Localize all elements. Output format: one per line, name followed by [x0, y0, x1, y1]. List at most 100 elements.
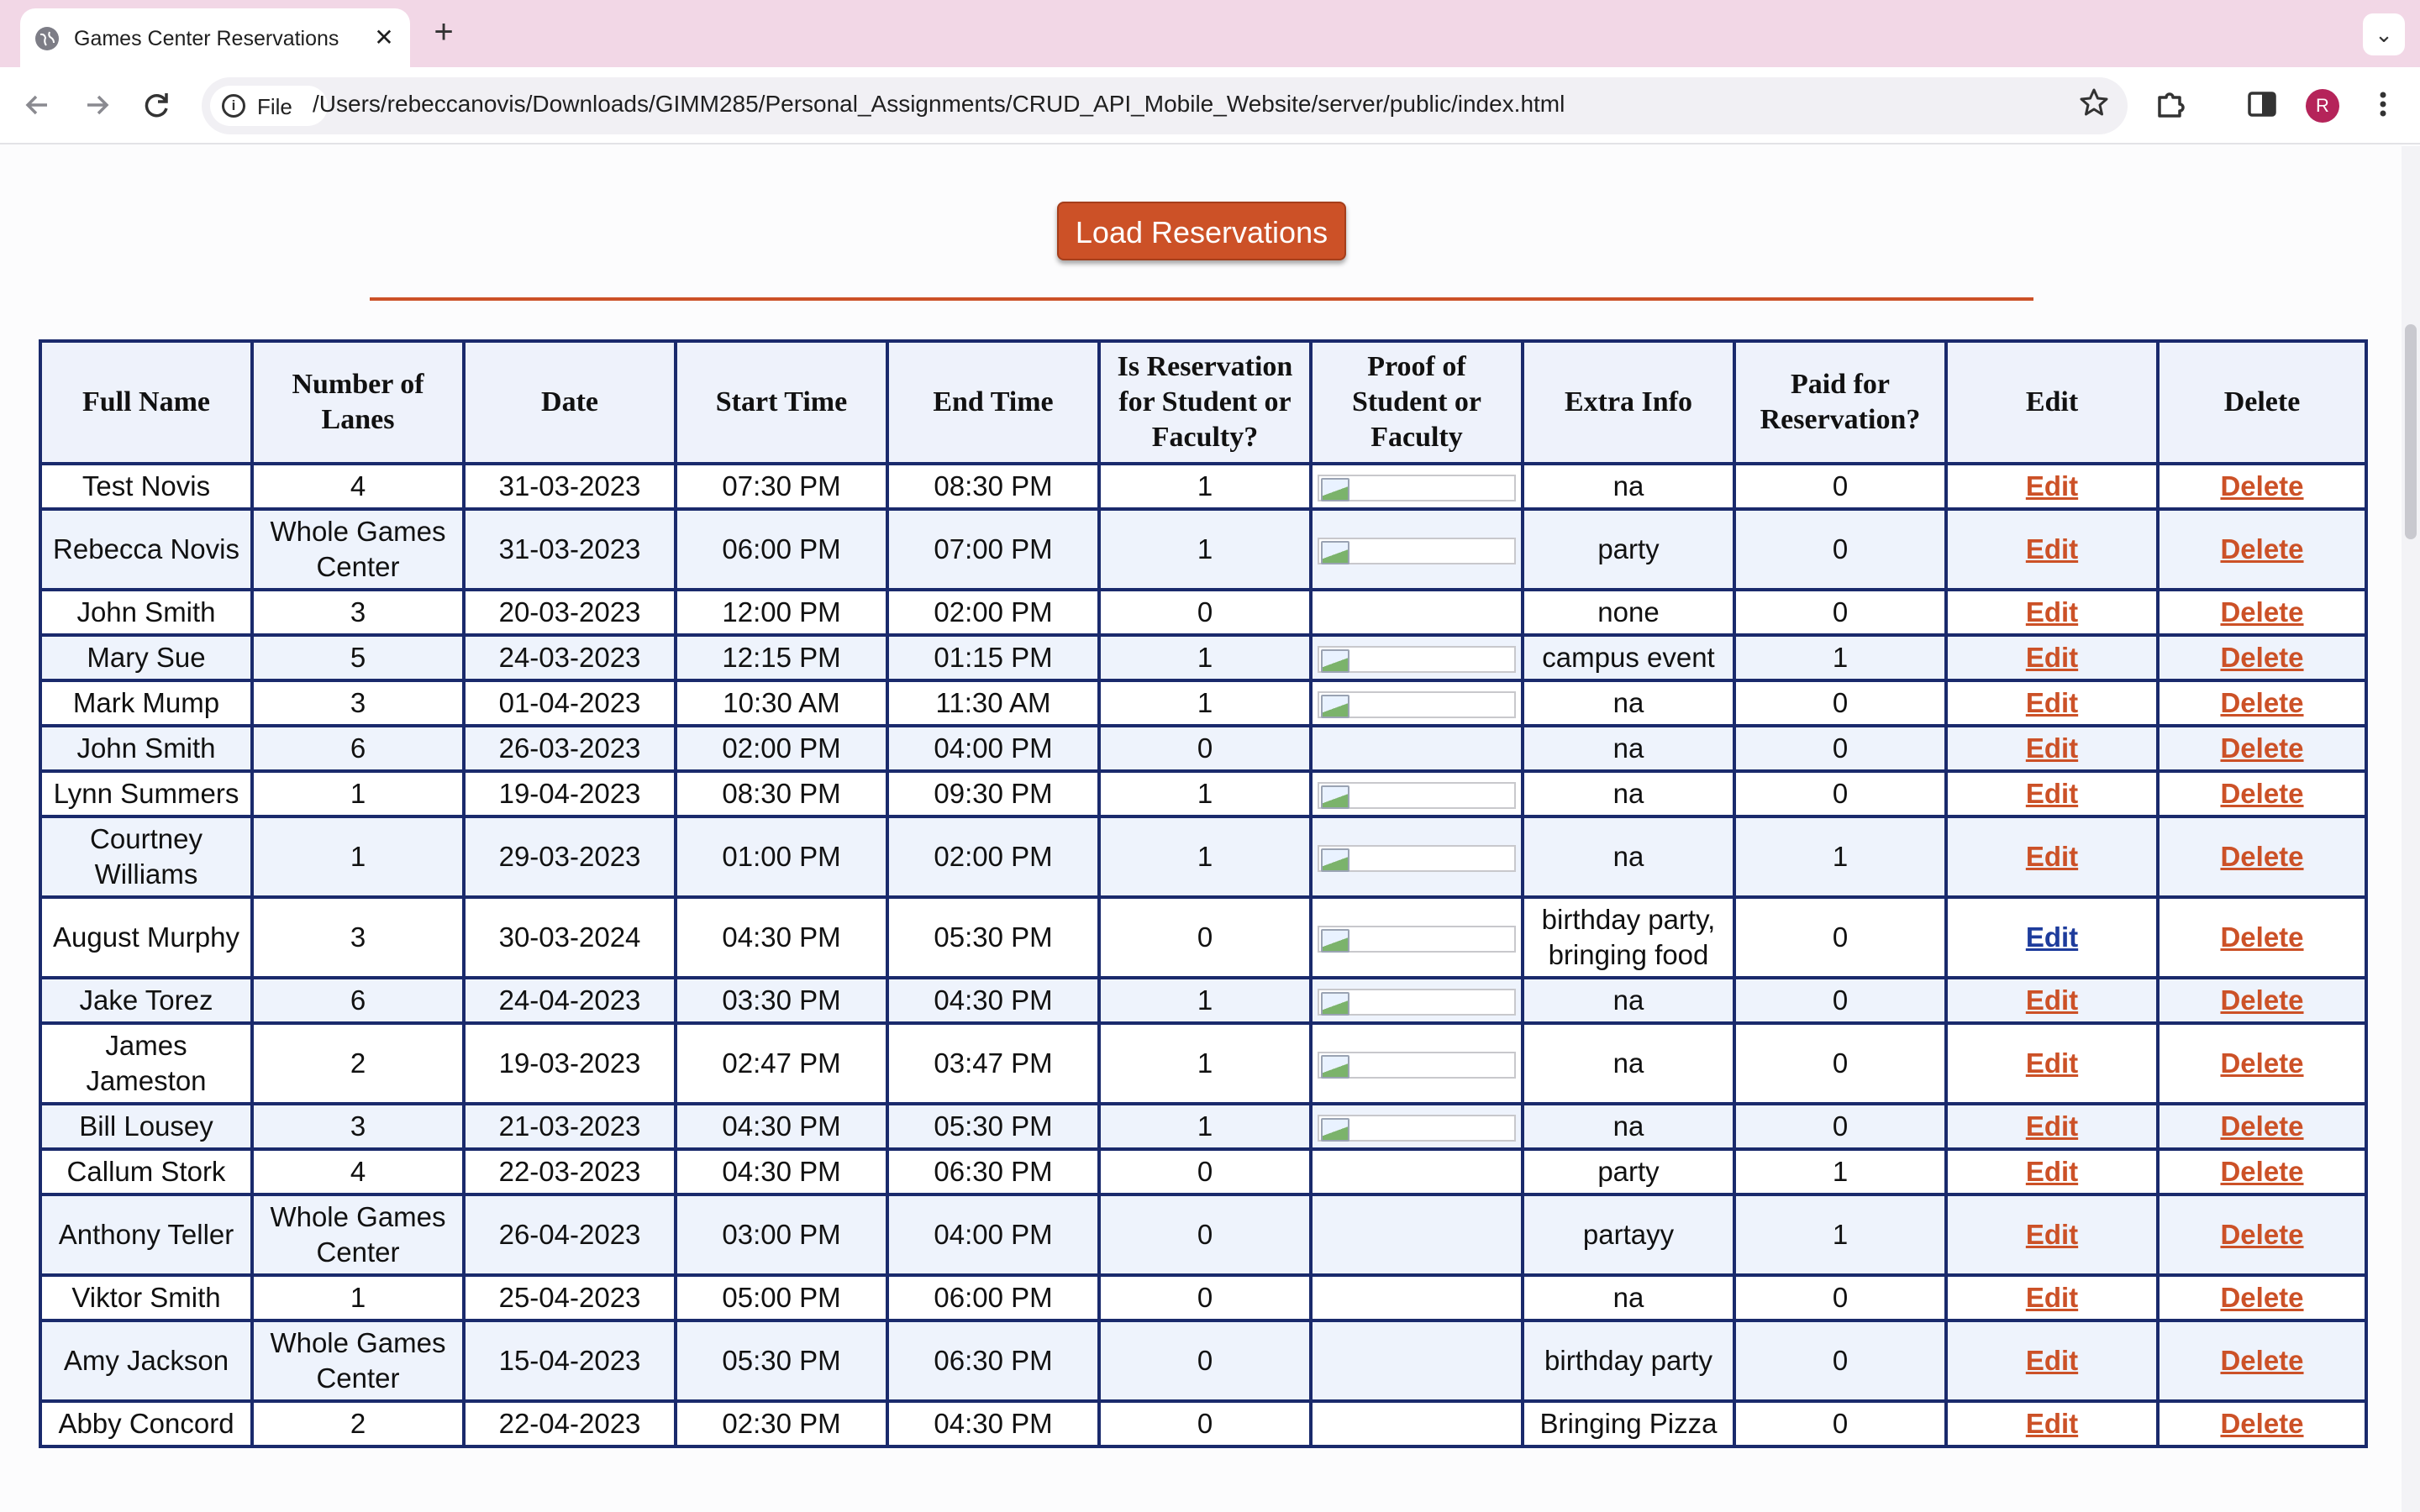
delete-link[interactable]: Delete [2220, 1219, 2303, 1250]
edit-link[interactable]: Edit [2026, 470, 2078, 501]
table-header-row: Full Name Number of Lanes Date Start Tim… [39, 339, 2368, 465]
delete-link[interactable]: Delete [2220, 1156, 2303, 1187]
edit-link[interactable]: Edit [2026, 1219, 2078, 1250]
forward-arrow-icon[interactable] [76, 84, 118, 126]
cell-paid: 0 [1733, 1399, 1948, 1448]
delete-link[interactable]: Delete [2220, 687, 2303, 718]
cell-extra-info: na [1521, 724, 1736, 773]
bookmark-star-icon[interactable] [2079, 87, 2109, 124]
cell-student-faculty: 1 [1097, 633, 1313, 682]
edit-link[interactable]: Edit [2026, 596, 2078, 627]
cell-start-time: 02:00 PM [674, 724, 889, 773]
delete-link[interactable]: Delete [2220, 1047, 2303, 1079]
cell-student-faculty: 0 [1097, 588, 1313, 637]
header-student-or-faculty: Is Reservation for Student or Faculty? [1097, 339, 1313, 465]
cell-delete: Delete [2156, 588, 2368, 637]
header-end-time: End Time [886, 339, 1101, 465]
edit-link[interactable]: Edit [2026, 984, 2078, 1016]
edit-link[interactable]: Edit [2026, 841, 2078, 872]
new-tab-button[interactable]: + [427, 15, 460, 49]
cell-paid: 0 [1733, 1102, 1948, 1151]
cell-date: 31-03-2023 [462, 462, 677, 511]
table-row: Courtney Williams 1 29-03-2023 01:00 PM 02:0… [39, 815, 2368, 899]
cell-date: 24-03-2023 [462, 633, 677, 682]
delete-link[interactable]: Delete [2220, 984, 2303, 1016]
edit-link[interactable]: Edit [2026, 778, 2078, 809]
edit-link[interactable]: Edit [2026, 1047, 2078, 1079]
side-panel-icon[interactable] [2242, 86, 2282, 126]
cell-date: 19-03-2023 [462, 1021, 677, 1105]
cell-lanes: 6 [250, 976, 466, 1025]
delete-link[interactable]: Delete [2220, 470, 2303, 501]
close-tab-icon[interactable]: ✕ [370, 24, 398, 52]
delete-link[interactable]: Delete [2220, 642, 2303, 673]
back-arrow-icon[interactable] [17, 84, 59, 126]
reload-icon[interactable] [136, 84, 178, 126]
load-reservations-button[interactable]: Load Reservations [1057, 202, 1346, 260]
cell-start-time: 04:30 PM [674, 895, 889, 979]
table-row: James Jameston 2 19-03-2023 02:47 PM 03:47 P… [39, 1021, 2368, 1105]
cell-date: 29-03-2023 [462, 815, 677, 899]
site-info-chip[interactable]: i File [210, 86, 328, 126]
edit-link[interactable]: Edit [2026, 921, 2078, 953]
broken-image-icon [1318, 1052, 1516, 1079]
edit-link[interactable]: Edit [2026, 1345, 2078, 1376]
cell-start-time: 02:47 PM [674, 1021, 889, 1105]
cell-date: 22-04-2023 [462, 1399, 677, 1448]
broken-image-icon [1318, 989, 1516, 1016]
header-full-name: Full Name [39, 339, 254, 465]
edit-link[interactable]: Edit [2026, 1282, 2078, 1313]
delete-link[interactable]: Delete [2220, 1408, 2303, 1439]
cell-extra-info: birthday party, bringing food [1521, 895, 1736, 979]
edit-link[interactable]: Edit [2026, 1408, 2078, 1439]
cell-delete: Delete [2156, 462, 2368, 511]
cell-student-faculty: 0 [1097, 1147, 1313, 1196]
edit-link[interactable]: Edit [2026, 1110, 2078, 1142]
edit-link[interactable]: Edit [2026, 642, 2078, 673]
cell-full-name: Mark Mump [39, 679, 254, 727]
edit-link[interactable]: Edit [2026, 687, 2078, 718]
cell-extra-info: na [1521, 1021, 1736, 1105]
cell-extra-info: na [1521, 769, 1736, 818]
edit-link[interactable]: Edit [2026, 732, 2078, 764]
broken-image-icon [1318, 845, 1516, 873]
cell-end-time: 04:30 PM [886, 1399, 1101, 1448]
edit-link[interactable]: Edit [2026, 533, 2078, 564]
delete-link[interactable]: Delete [2220, 778, 2303, 809]
kebab-menu-icon[interactable] [2363, 86, 2403, 126]
delete-link[interactable]: Delete [2220, 533, 2303, 564]
delete-link[interactable]: Delete [2220, 732, 2303, 764]
table-row: Mary Sue 5 24-03-2023 12:15 PM 01:15 PM 1 camp… [39, 633, 2368, 682]
cell-edit: Edit [1944, 1319, 2160, 1403]
edit-link[interactable]: Edit [2026, 1156, 2078, 1187]
cell-delete: Delete [2156, 1273, 2368, 1322]
page-viewport: Load Reservations Full Name Number of La… [0, 146, 2420, 1512]
cell-student-faculty: 1 [1097, 679, 1313, 727]
tab-title: Games Center Reservations [74, 27, 339, 50]
url-text[interactable]: /Users/rebeccanovis/Downloads/GIMM285/Pe… [313, 91, 1565, 118]
delete-link[interactable]: Delete [2220, 1110, 2303, 1142]
scrollbar-thumb[interactable] [2405, 324, 2417, 539]
cell-student-faculty: 1 [1097, 976, 1313, 1025]
cell-student-faculty: 0 [1097, 1273, 1313, 1322]
cell-edit: Edit [1944, 976, 2160, 1025]
extensions-puzzle-icon[interactable] [2151, 86, 2191, 126]
delete-link[interactable]: Delete [2220, 921, 2303, 953]
cell-full-name: August Murphy [39, 895, 254, 979]
address-bar[interactable]: i File /Users/rebeccanovis/Downloads/GIM… [202, 77, 2128, 134]
cell-proof [1309, 1102, 1524, 1151]
browser-tab[interactable]: Games Center Reservations ✕ [20, 8, 410, 67]
table-row: Lynn Summers 1 19-04-2023 08:30 PM 09:30 PM 1… [39, 769, 2368, 818]
page-scrollbar[interactable] [2402, 146, 2420, 1512]
cell-proof [1309, 588, 1524, 637]
delete-link[interactable]: Delete [2220, 1282, 2303, 1313]
profile-avatar[interactable]: R [2306, 89, 2339, 123]
delete-link[interactable]: Delete [2220, 1345, 2303, 1376]
cell-paid: 1 [1733, 815, 1948, 899]
delete-link[interactable]: Delete [2220, 841, 2303, 872]
tab-search-chevron-icon[interactable]: ⌄ [2363, 13, 2405, 55]
cell-student-faculty: 1 [1097, 507, 1313, 591]
delete-link[interactable]: Delete [2220, 596, 2303, 627]
cell-full-name: James Jameston [39, 1021, 254, 1105]
cell-proof [1309, 895, 1524, 979]
